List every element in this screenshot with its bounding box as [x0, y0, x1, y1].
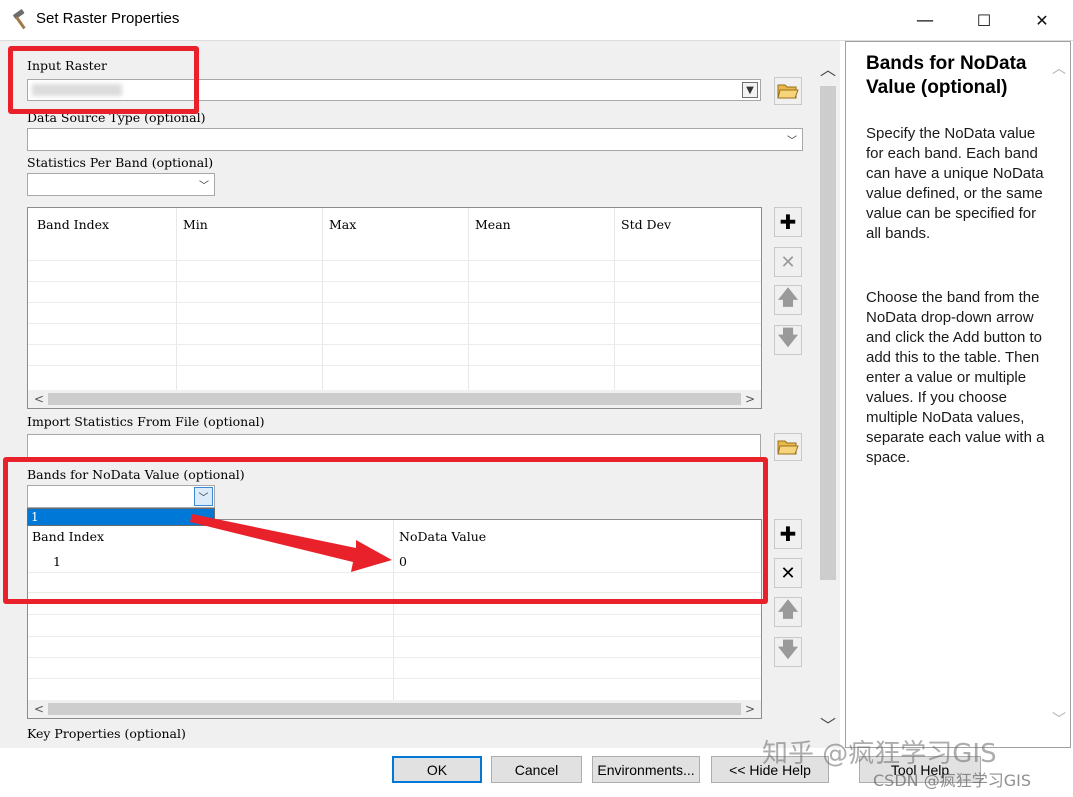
annotation-box-input-raster — [8, 46, 199, 114]
arrow-down-icon: 🡇 — [777, 325, 799, 349]
browse-input-raster-button[interactable] — [774, 77, 802, 105]
help-paragraph-2: Choose the band from the NoData drop-dow… — [866, 289, 1045, 466]
nodata-remove-button[interactable]: ✕ — [774, 558, 802, 588]
window-title: Set Raster Properties — [36, 10, 180, 27]
stats-header-band-index: Band Index — [37, 217, 110, 232]
arrow-up-icon: 🡅 — [777, 285, 799, 309]
stats-move-up-button[interactable]: 🡅 — [774, 285, 802, 315]
title-bar: Set Raster Properties — ☐ ✕ — [0, 0, 1073, 41]
x-icon: ✕ — [780, 562, 796, 584]
environments-button[interactable]: Environments... — [592, 756, 700, 783]
chevron-down-icon[interactable]: ﹀ — [784, 131, 800, 147]
close-button[interactable]: ✕ — [1013, 0, 1071, 40]
statistics-table[interactable]: Band Index Min Max Mean Std Dev < > — [27, 207, 762, 409]
arrow-up-icon: 🡅 — [777, 597, 799, 621]
import-statistics-label: Import Statistics From File (optional) — [27, 414, 265, 429]
plus-icon: ✚ — [779, 210, 797, 234]
chevron-down-icon[interactable]: ▼ — [742, 82, 758, 98]
help-pane: Bands for NoData Value (optional) Specif… — [845, 41, 1071, 748]
help-paragraph-1: Specify the NoData value for each band. … — [866, 125, 1044, 242]
scroll-left-icon[interactable]: < — [30, 700, 48, 718]
open-folder-icon — [777, 84, 799, 99]
scroll-right-icon[interactable]: > — [741, 390, 759, 408]
nodata-add-button[interactable]: ✚ — [774, 519, 802, 549]
x-icon: ✕ — [780, 251, 796, 273]
help-title: Bands for NoData Value (optional) — [866, 53, 1027, 98]
nodata-move-down-button[interactable]: 🡇 — [774, 637, 802, 667]
chevron-down-icon[interactable]: ﹀ — [196, 176, 212, 192]
nodata-move-up-button[interactable]: 🡅 — [774, 597, 802, 627]
data-source-type-combo[interactable]: ﹀ — [27, 128, 803, 151]
plus-icon: ✚ — [779, 522, 797, 546]
browse-statistics-file-button[interactable] — [774, 433, 802, 461]
statistics-per-band-combo[interactable]: ﹀ — [27, 173, 215, 196]
help-scroll-down-icon[interactable]: ﹀ — [1052, 709, 1066, 729]
arrow-down-icon: 🡇 — [777, 637, 799, 661]
stats-horizontal-scrollbar[interactable]: < > — [28, 390, 761, 408]
stats-header-std-dev: Std Dev — [621, 217, 672, 232]
import-statistics-input[interactable] — [27, 434, 761, 458]
cancel-button[interactable]: Cancel — [491, 756, 582, 783]
help-scroll-up-icon[interactable]: ︿ — [1052, 58, 1066, 78]
hammer-icon — [13, 9, 26, 30]
stats-move-down-button[interactable]: 🡇 — [774, 325, 802, 355]
open-folder-icon — [777, 440, 799, 455]
stats-header-min: Min — [183, 217, 208, 232]
zhihu-watermark: 知乎 @疯狂学习GIS — [762, 739, 997, 769]
stats-header-mean: Mean — [475, 217, 511, 232]
scroll-up-icon[interactable]: ︿ — [818, 58, 838, 79]
csdn-watermark: CSDN @疯狂学习GIS — [873, 771, 1031, 790]
annotation-box-nodata — [3, 457, 768, 604]
stats-add-button[interactable]: ✚ — [774, 207, 802, 237]
statistics-per-band-label: Statistics Per Band (optional) — [27, 155, 214, 170]
stats-remove-button[interactable]: ✕ — [774, 247, 802, 277]
scroll-down-icon[interactable]: ﹀ — [818, 714, 838, 735]
scroll-right-icon[interactable]: > — [741, 700, 759, 718]
minimize-button[interactable]: — — [896, 0, 954, 40]
nodata-horizontal-scrollbar[interactable]: < > — [28, 700, 761, 718]
parameters-vertical-scrollbar[interactable]: ︿ ﹀ — [818, 56, 838, 736]
key-properties-label: Key Properties (optional) — [27, 726, 186, 741]
ok-button[interactable]: OK — [392, 756, 482, 783]
maximize-button[interactable]: ☐ — [955, 0, 1013, 40]
scroll-left-icon[interactable]: < — [30, 390, 48, 408]
stats-header-max: Max — [329, 217, 357, 232]
